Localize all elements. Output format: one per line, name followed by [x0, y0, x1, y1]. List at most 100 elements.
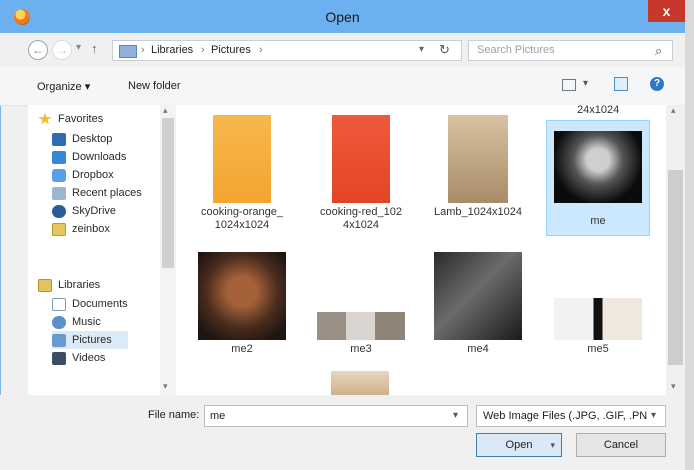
favorites-label: Favorites — [58, 113, 104, 125]
search-box[interactable]: Search Pictures ⌕ — [468, 40, 673, 61]
preview-pane-icon[interactable] — [614, 77, 628, 91]
file-thumbnail — [317, 312, 405, 340]
sidebar-item-downloads[interactable]: Downloads — [52, 148, 142, 166]
file-type-dropdown[interactable]: ▾ — [651, 410, 656, 421]
file-list-scroll-thumb[interactable] — [668, 170, 683, 365]
sidebar-item-label: Documents — [72, 298, 128, 310]
sidebar-item-pictures[interactable]: Pictures — [52, 331, 128, 349]
up-button[interactable]: ↑ — [91, 41, 98, 56]
folder-icon — [52, 222, 66, 236]
file-thumbnail — [448, 115, 508, 203]
recent-places-icon — [52, 186, 66, 200]
sidebar-item-label: SkyDrive — [72, 205, 117, 217]
libraries-group: Libraries — [38, 276, 100, 294]
partial-file-thumbnail[interactable] — [331, 371, 389, 395]
recent-locations-dropdown[interactable]: ▾ — [76, 42, 81, 53]
close-button[interactable]: x — [648, 0, 685, 22]
file-name-label: me — [590, 215, 606, 227]
file-name-label: me4 — [467, 343, 489, 355]
search-input[interactable]: Search Pictures — [477, 44, 555, 56]
window-title: Open — [325, 9, 360, 25]
file-thumbnail — [332, 115, 390, 203]
sidebar-item-label: Recent places — [72, 187, 142, 199]
file-thumbnail — [198, 252, 286, 340]
file-item-me[interactable]: me — [546, 120, 650, 236]
file-item-me2[interactable]: me2 — [192, 252, 292, 356]
breadcrumb-libraries[interactable]: Libraries — [151, 44, 193, 56]
sidebar-item-label: Music — [72, 316, 101, 328]
file-list-scroll-up[interactable]: ▴ — [671, 105, 676, 116]
downloads-icon — [52, 150, 66, 164]
libraries-list: Documents Music Pictures Videos — [52, 295, 128, 367]
breadcrumb-separator[interactable]: › — [259, 44, 263, 56]
libraries-header[interactable]: Libraries — [38, 276, 100, 294]
search-icon[interactable]: ⌕ — [655, 43, 662, 59]
libraries-icon — [38, 278, 52, 292]
open-button[interactable]: Open ▾ — [476, 433, 562, 457]
partial-file-label: 24x1024 — [577, 104, 620, 116]
forward-button[interactable]: → — [52, 40, 72, 60]
sidebar-item-documents[interactable]: Documents — [52, 295, 128, 313]
sidebar-item-label: Videos — [72, 352, 106, 364]
libraries-label: Libraries — [58, 279, 101, 291]
sidebar-item-dropbox[interactable]: Dropbox — [52, 166, 142, 184]
file-name-label: me2 — [231, 343, 253, 355]
file-name-label: File name: — [148, 409, 200, 421]
star-icon — [38, 112, 52, 125]
file-thumbnail — [434, 252, 522, 340]
open-options-dropdown[interactable]: ▾ — [550, 434, 555, 456]
file-name-label: me3 — [350, 343, 372, 355]
navigation-scroll-up[interactable]: ▴ — [163, 105, 168, 116]
file-type-value: Web Image Files (.JPG, .GIF, .PN — [483, 410, 648, 422]
sidebar-item-label: Downloads — [72, 151, 127, 163]
view-options-dropdown[interactable]: ▾ — [583, 78, 588, 89]
address-dropdown[interactable]: ▾ — [419, 44, 424, 55]
address-bar[interactable]: › Libraries › Pictures › ▾ ↻ — [112, 40, 462, 61]
file-type-select[interactable]: Web Image Files (.JPG, .GIF, .PN ▾ — [476, 405, 666, 427]
open-button-label: Open — [505, 439, 533, 451]
file-name-label: Lamb_1024x1024 — [433, 206, 523, 218]
sidebar-item-label: zeinbox — [72, 223, 110, 235]
breadcrumb-pictures[interactable]: Pictures — [211, 44, 251, 56]
cancel-button[interactable]: Cancel — [576, 433, 666, 457]
file-thumbnail — [213, 115, 271, 203]
library-pictures-icon — [119, 45, 137, 58]
dropbox-icon — [52, 168, 66, 182]
sidebar-item-zeinbox[interactable]: zeinbox — [52, 220, 142, 238]
file-item-me4[interactable]: me4 — [428, 252, 528, 356]
organize-menu[interactable]: Organize ▾ — [37, 80, 90, 93]
file-name-label: cooking-red_102 4x1024 — [320, 206, 402, 231]
file-item-me3[interactable]: me3 — [311, 312, 411, 356]
file-name-label: me5 — [587, 343, 609, 355]
sidebar-item-label: Pictures — [72, 334, 112, 346]
file-name-field[interactable]: me ▾ — [204, 405, 468, 427]
refresh-button[interactable]: ↻ — [439, 42, 450, 58]
file-item-cooking-red[interactable]: cooking-red_102 4x1024 — [311, 115, 411, 232]
desktop-icon — [52, 132, 66, 146]
file-name-label: cooking-orange_ 1024x1024 — [201, 206, 283, 231]
file-thumbnail — [554, 131, 642, 203]
sidebar-item-videos[interactable]: Videos — [52, 349, 128, 367]
favorites-list: Desktop Downloads Dropbox Recent places … — [52, 130, 142, 238]
file-list-scroll-down[interactable]: ▾ — [671, 381, 676, 392]
view-options-icon[interactable] — [562, 79, 576, 91]
navigation-scroll-thumb[interactable] — [162, 118, 174, 268]
sidebar-item-skydrive[interactable]: SkyDrive — [52, 202, 142, 220]
file-item-cooking-orange[interactable]: cooking-orange_ 1024x1024 — [192, 115, 292, 232]
favorites-header[interactable]: Favorites — [38, 110, 103, 128]
file-item-me5[interactable]: me5 — [546, 298, 650, 356]
file-thumbnail — [554, 298, 642, 340]
navigation-scroll-down[interactable]: ▾ — [163, 381, 168, 392]
sidebar-item-desktop[interactable]: Desktop — [52, 130, 142, 148]
videos-icon — [52, 351, 66, 365]
sidebar-item-recent-places[interactable]: Recent places — [52, 184, 142, 202]
help-icon[interactable]: ? — [650, 77, 664, 91]
file-name-dropdown[interactable]: ▾ — [453, 410, 458, 421]
favorites-group: Favorites — [38, 110, 103, 128]
back-button[interactable]: ← — [28, 40, 48, 60]
sidebar-item-music[interactable]: Music — [52, 313, 128, 331]
new-folder-button[interactable]: New folder — [128, 80, 181, 92]
skydrive-icon — [52, 204, 66, 218]
file-item-lamb[interactable]: Lamb_1024x1024 — [428, 115, 528, 219]
file-name-input[interactable]: me — [210, 410, 225, 422]
